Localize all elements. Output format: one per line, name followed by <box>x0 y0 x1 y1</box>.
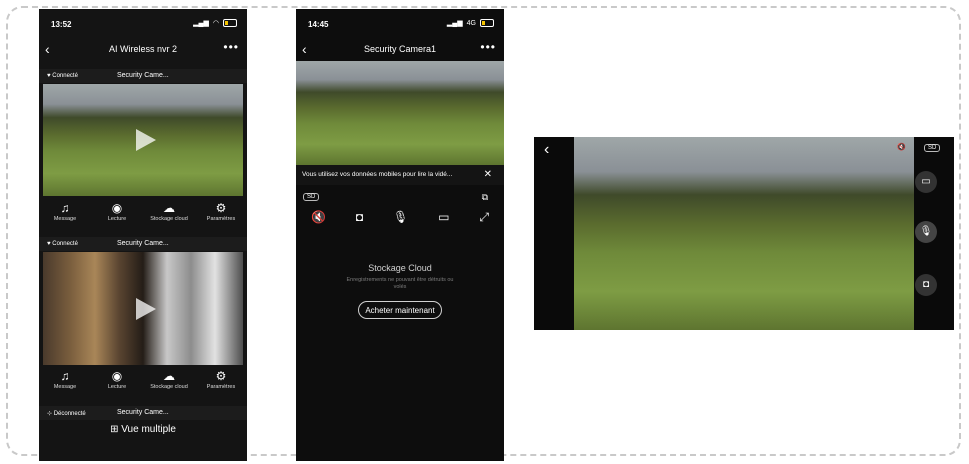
phone-camera-live: 14:45 ▂▄▆ 4G ‹ Security Camera1 ••• Vous… <box>296 9 504 461</box>
grid-icon: ⊞ <box>110 424 119 435</box>
camera-name: Security Came... <box>117 72 169 79</box>
mobile-data-banner: Vous utilisez vos données mobiles pour l… <box>296 165 504 185</box>
bell-icon: ♫ <box>60 201 70 215</box>
back-arrow-icon[interactable]: ‹ <box>544 141 549 159</box>
cloud-storage-action[interactable]: ☁ Stockage cloud <box>144 201 194 231</box>
signal-icon: ▂▄▆ <box>446 20 463 27</box>
status-bar: 14:45 ▂▄▆ 4G <box>296 9 504 37</box>
fullscreen-icon[interactable]: ⤢ <box>479 210 489 230</box>
fullscreen-video[interactable]: 🔇 <box>574 137 914 330</box>
nav-bar: ‹ AI Wireless nvr 2 ••• <box>39 39 247 61</box>
more-options-icon[interactable]: ••• <box>480 40 496 54</box>
phone-device-list: 13:52 ▂▄▆ ◠ ‹ AI Wireless nvr 2 ••• ♥ Co… <box>39 9 247 461</box>
video-record-icon[interactable]: ▭ <box>438 210 449 230</box>
quality-chip[interactable]: SD <box>924 144 941 152</box>
speaker-muted-icon[interactable]: 🔇 <box>897 143 906 151</box>
more-options-icon[interactable]: ••• <box>223 40 239 54</box>
play-circle-icon: ◉ <box>111 201 123 215</box>
status-time: 14:45 <box>308 20 329 29</box>
status-time: 13:52 <box>51 20 72 29</box>
camera-header: ♥ Connecté Security Came... <box>39 69 247 83</box>
live-controls: 🔇 ◘ 🎙 ▭ ⤢ <box>296 210 504 230</box>
resize-icon[interactable]: ⧉ <box>482 192 488 203</box>
speaker-muted-icon[interactable]: 🔇 <box>311 210 326 230</box>
status-icons: ▂▄▆ 4G <box>447 19 494 27</box>
camera-snapshot-icon[interactable]: ◘ <box>915 274 937 296</box>
camera-snapshot-icon[interactable]: ◘ <box>356 210 363 230</box>
camera-header: ♥ Connecté Security Came... <box>39 237 247 251</box>
playback-action[interactable]: ◉ Lecture <box>92 201 142 231</box>
landscape-fullscreen-view: ‹ 🔇 SD ▭ 🎙 ◘ <box>534 137 954 330</box>
play-icon[interactable] <box>136 297 156 320</box>
close-icon[interactable]: ✕ <box>484 169 492 180</box>
cloud-icon: ☁ <box>163 369 175 383</box>
nav-bar: ‹ Security Camera1 ••• <box>296 39 504 61</box>
video-record-icon[interactable]: ▭ <box>915 171 937 193</box>
cloud-storage-action[interactable]: ☁ Stockage cloud <box>144 369 194 399</box>
live-video[interactable] <box>296 61 504 165</box>
banner-text: Vous utilisez vos données mobiles pour l… <box>302 171 453 178</box>
cloud-storage-title: Stockage Cloud <box>368 263 432 273</box>
status-bar: 13:52 ▂▄▆ ◠ <box>39 9 247 37</box>
network-type: 4G <box>466 19 476 27</box>
signal-icon: ▂▄▆ <box>193 20 209 27</box>
bell-icon: ♫ <box>60 369 70 383</box>
connection-status: ♥ Connecté <box>47 241 78 247</box>
camera-preview[interactable] <box>43 84 243 196</box>
camera-name: Security Came... <box>117 240 169 247</box>
gear-icon: ⚙ <box>215 201 227 215</box>
left-bar: ‹ <box>534 137 574 330</box>
multi-view-button[interactable]: ⊞ Vue multiple <box>39 424 247 435</box>
playback-action[interactable]: ◉ Lecture <box>92 369 142 399</box>
settings-action[interactable]: ⚙ Paramètres <box>196 201 246 231</box>
right-bar: SD ▭ 🎙 ◘ <box>914 137 954 330</box>
message-action[interactable]: ♫ Message <box>40 369 90 399</box>
quality-chip[interactable]: SD <box>303 193 320 201</box>
play-icon[interactable] <box>136 129 156 151</box>
connection-status: ⊹ Déconnecté <box>47 411 86 417</box>
connection-status: ♥ Connecté <box>47 73 78 79</box>
camera-actions: ♫ Message ◉ Lecture ☁ Stockage cloud ⚙ Param… <box>39 369 247 399</box>
page-title: AI Wireless nvr 2 <box>108 44 177 54</box>
settings-action[interactable]: ⚙ Paramètres <box>196 369 246 399</box>
battery-icon <box>223 19 237 27</box>
battery-icon <box>480 19 494 27</box>
camera-header: ⊹ Déconnecté Security Came... <box>39 406 247 420</box>
camera-name: Security Came... <box>117 409 169 416</box>
cloud-icon: ☁ <box>163 201 175 215</box>
message-action[interactable]: ♫ Message <box>40 201 90 231</box>
microphone-icon[interactable]: 🎙 <box>393 210 408 230</box>
wifi-icon: ◠ <box>212 20 219 27</box>
cloud-storage-subtitle: Enregistrements ne pouvant être détruits… <box>346 277 454 290</box>
camera-preview[interactable] <box>43 252 243 365</box>
buy-now-button[interactable]: Acheter maintenant <box>358 301 442 319</box>
gear-icon: ⚙ <box>215 369 227 383</box>
play-circle-icon: ◉ <box>111 369 123 383</box>
camera-actions: ♫ Message ◉ Lecture ☁ Stockage cloud ⚙ Param… <box>39 201 247 231</box>
microphone-icon[interactable]: 🎙 <box>915 221 937 243</box>
page-title: Security Camera1 <box>363 44 437 54</box>
status-icons: ▂▄▆ ◠ <box>193 19 237 27</box>
